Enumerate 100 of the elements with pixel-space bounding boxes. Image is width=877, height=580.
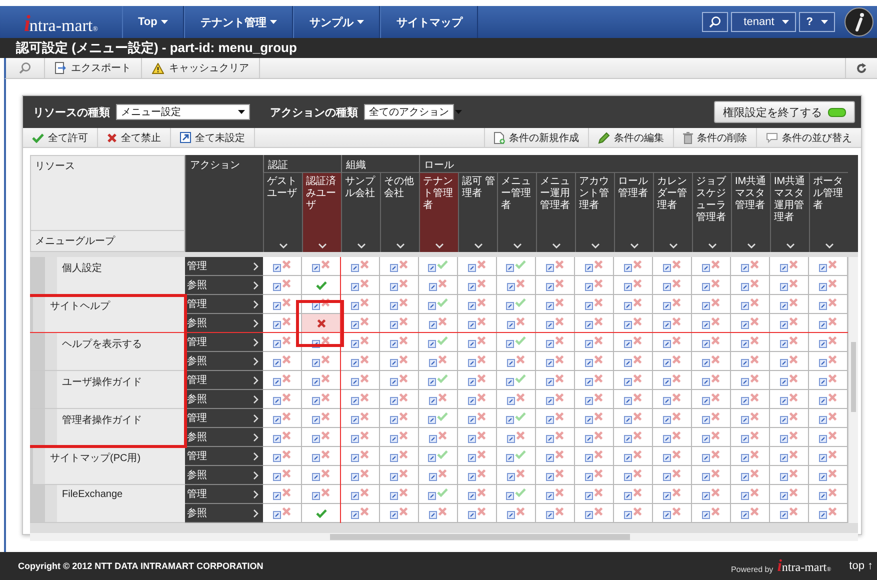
permission-cell[interactable] bbox=[302, 314, 341, 333]
permission-cell[interactable] bbox=[692, 485, 731, 504]
permission-cell[interactable] bbox=[653, 447, 692, 466]
permission-cell[interactable] bbox=[536, 447, 575, 466]
toolbar-button[interactable]: 全て許可 bbox=[23, 128, 98, 147]
permission-cell[interactable] bbox=[419, 333, 458, 352]
permission-cell[interactable] bbox=[731, 276, 770, 295]
permission-cell[interactable] bbox=[731, 390, 770, 409]
permission-cell[interactable] bbox=[302, 428, 341, 447]
permission-cell[interactable] bbox=[575, 333, 614, 352]
permission-cell[interactable] bbox=[458, 333, 497, 352]
permission-cell[interactable] bbox=[380, 295, 419, 314]
permission-cell[interactable] bbox=[653, 371, 692, 390]
permission-cell[interactable] bbox=[536, 504, 575, 523]
permission-cell[interactable] bbox=[341, 447, 380, 466]
permission-cell[interactable] bbox=[380, 276, 419, 295]
permission-cell[interactable] bbox=[614, 257, 653, 276]
permission-cell[interactable] bbox=[302, 257, 341, 276]
permission-cell[interactable] bbox=[770, 352, 809, 371]
permission-cell[interactable] bbox=[731, 295, 770, 314]
permission-cell[interactable] bbox=[809, 371, 848, 390]
permission-cell[interactable] bbox=[341, 466, 380, 485]
permission-cell[interactable] bbox=[458, 485, 497, 504]
permission-cell[interactable] bbox=[380, 314, 419, 333]
resource-name[interactable]: ユーザ操作ガイド bbox=[30, 371, 185, 409]
permission-cell[interactable] bbox=[263, 390, 302, 409]
action-button[interactable]: 管理 bbox=[185, 485, 263, 504]
permission-cell[interactable] bbox=[731, 466, 770, 485]
permission-cell[interactable] bbox=[731, 485, 770, 504]
permission-cell[interactable] bbox=[536, 352, 575, 371]
permission-cell[interactable] bbox=[614, 295, 653, 314]
permission-cell[interactable] bbox=[692, 295, 731, 314]
permission-cell[interactable] bbox=[614, 428, 653, 447]
permission-cell[interactable] bbox=[575, 466, 614, 485]
permission-cell[interactable] bbox=[497, 466, 536, 485]
permission-cell[interactable] bbox=[575, 276, 614, 295]
permission-cell[interactable] bbox=[536, 257, 575, 276]
permission-cell[interactable] bbox=[575, 447, 614, 466]
permission-cell[interactable] bbox=[458, 371, 497, 390]
permission-cell[interactable] bbox=[809, 295, 848, 314]
permission-cell[interactable] bbox=[770, 295, 809, 314]
permission-cell[interactable] bbox=[263, 504, 302, 523]
permission-cell[interactable] bbox=[458, 504, 497, 523]
permission-cell[interactable] bbox=[575, 428, 614, 447]
permission-cell[interactable] bbox=[575, 371, 614, 390]
permission-cell[interactable] bbox=[653, 295, 692, 314]
permission-cell[interactable] bbox=[380, 409, 419, 428]
permission-cell[interactable] bbox=[458, 447, 497, 466]
permission-cell[interactable] bbox=[731, 257, 770, 276]
permission-cell[interactable] bbox=[692, 352, 731, 371]
permission-cell[interactable] bbox=[692, 314, 731, 333]
permission-cell[interactable] bbox=[770, 466, 809, 485]
top-link[interactable]: top ↑ bbox=[849, 560, 873, 572]
permission-cell[interactable] bbox=[380, 257, 419, 276]
permission-cell[interactable] bbox=[692, 409, 731, 428]
permission-cell[interactable] bbox=[692, 428, 731, 447]
permission-cell[interactable] bbox=[809, 390, 848, 409]
permission-cell[interactable] bbox=[809, 276, 848, 295]
toolbar-button[interactable]: 条件の編集 bbox=[588, 128, 673, 147]
permission-cell[interactable] bbox=[653, 257, 692, 276]
permission-cell[interactable] bbox=[575, 390, 614, 409]
toolbar-button[interactable]: 全て未設定 bbox=[171, 128, 255, 147]
user-menu-button[interactable]: tenant bbox=[730, 12, 796, 32]
permission-cell[interactable] bbox=[575, 314, 614, 333]
permission-cell[interactable] bbox=[575, 352, 614, 371]
permission-cell[interactable] bbox=[458, 352, 497, 371]
permission-cell[interactable] bbox=[809, 447, 848, 466]
permission-cell[interactable] bbox=[263, 333, 302, 352]
permission-cell[interactable] bbox=[653, 504, 692, 523]
resource-type-select[interactable]: メニュー設定 bbox=[116, 104, 250, 120]
permission-cell[interactable] bbox=[458, 257, 497, 276]
permission-cell[interactable] bbox=[302, 390, 341, 409]
action-button[interactable]: 参照 bbox=[185, 352, 263, 371]
permission-cell[interactable] bbox=[497, 485, 536, 504]
permission-cell[interactable] bbox=[458, 276, 497, 295]
permission-cell[interactable] bbox=[614, 447, 653, 466]
permission-cell[interactable] bbox=[302, 485, 341, 504]
permission-cell[interactable] bbox=[692, 447, 731, 466]
resource-name[interactable]: サイトマップ(PC用) bbox=[30, 447, 185, 485]
permission-cell[interactable] bbox=[809, 352, 848, 371]
resource-name[interactable]: 管理者操作ガイド bbox=[30, 409, 185, 447]
permission-cell[interactable] bbox=[536, 409, 575, 428]
permission-cell[interactable] bbox=[341, 485, 380, 504]
permission-cell[interactable] bbox=[419, 371, 458, 390]
permission-cell[interactable] bbox=[419, 352, 458, 371]
permission-cell[interactable] bbox=[614, 409, 653, 428]
permission-cell[interactable] bbox=[380, 390, 419, 409]
permission-cell[interactable] bbox=[458, 314, 497, 333]
permission-cell[interactable] bbox=[302, 352, 341, 371]
permission-cell[interactable] bbox=[341, 504, 380, 523]
search-button[interactable] bbox=[702, 12, 728, 32]
vertical-scrollbar[interactable] bbox=[848, 257, 858, 523]
permission-cell[interactable] bbox=[497, 504, 536, 523]
action-button[interactable]: 参照 bbox=[185, 428, 263, 447]
permission-cell[interactable] bbox=[458, 409, 497, 428]
permission-cell[interactable] bbox=[770, 447, 809, 466]
permission-cell[interactable] bbox=[731, 314, 770, 333]
permission-cell[interactable] bbox=[380, 428, 419, 447]
resource-name[interactable]: FileExchange bbox=[30, 485, 185, 523]
action-button[interactable]: 管理 bbox=[185, 333, 263, 352]
